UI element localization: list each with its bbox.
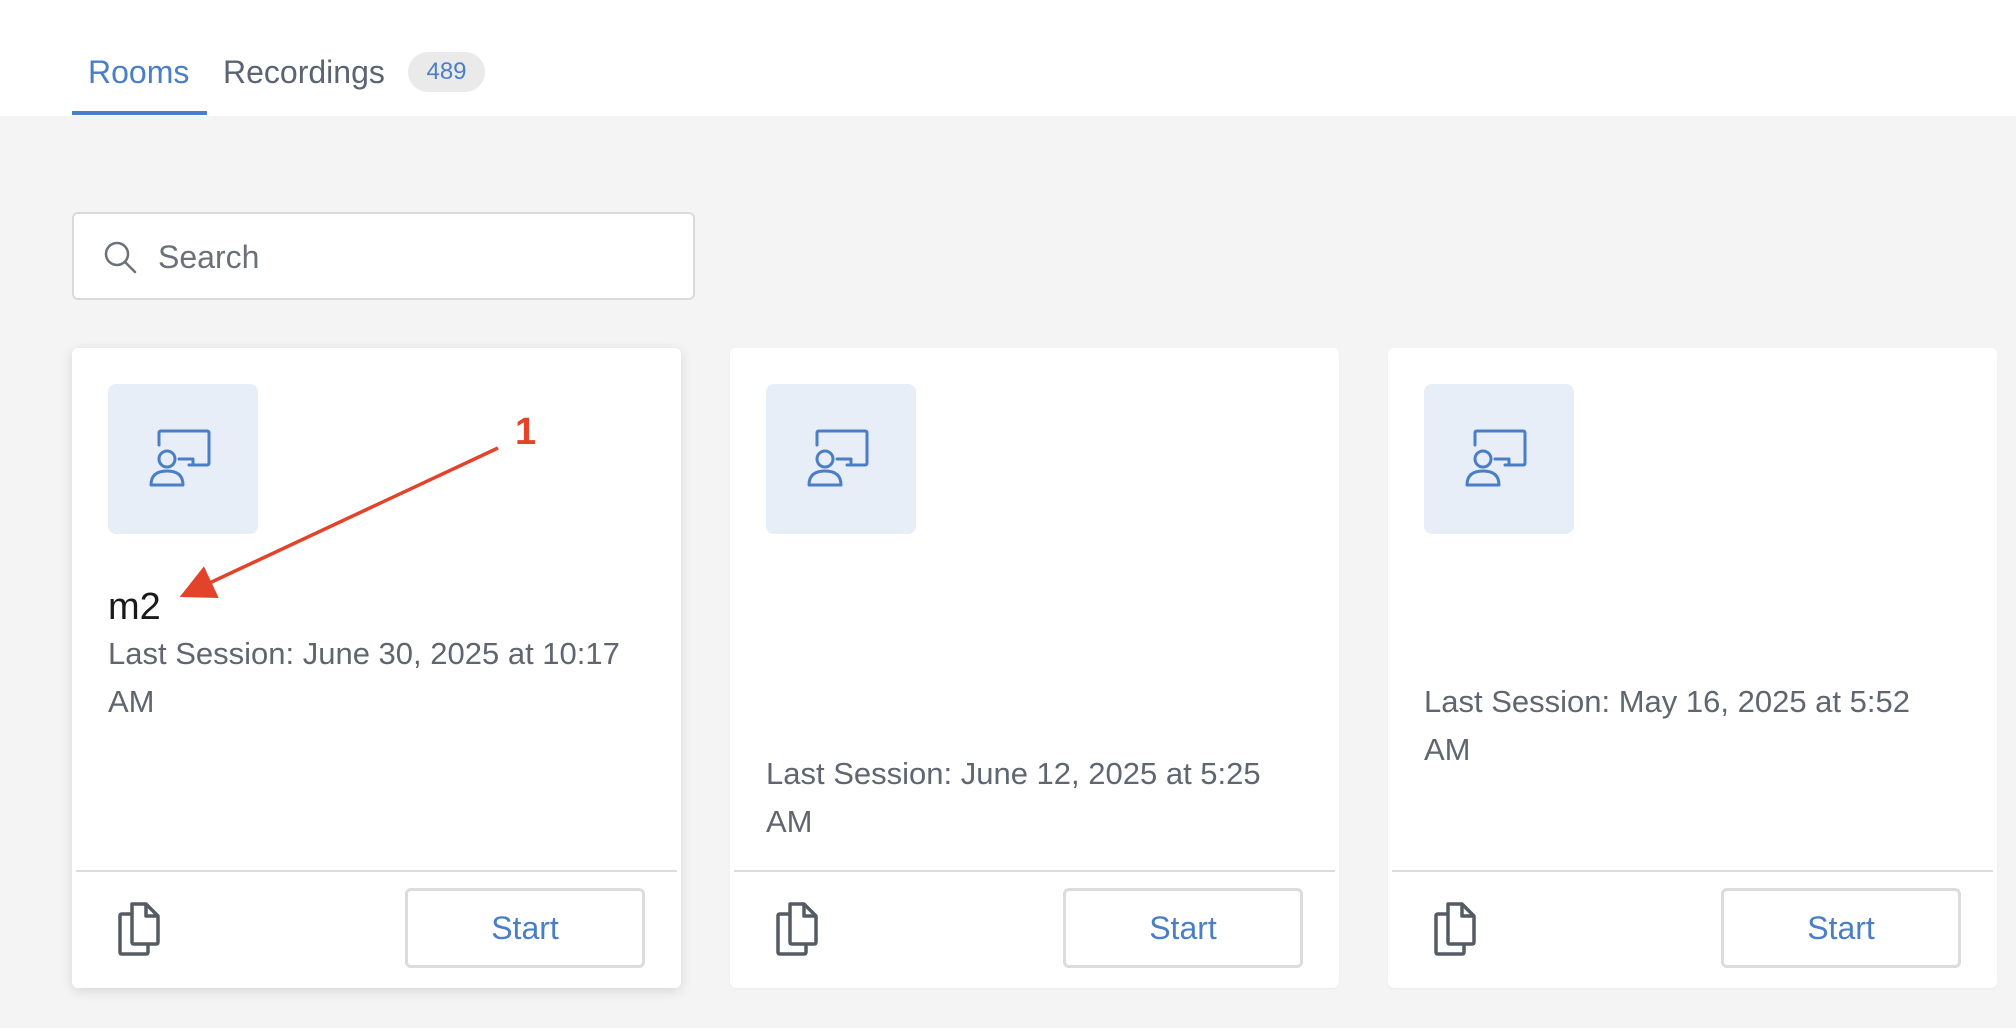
start-button[interactable]: Start xyxy=(1721,888,1961,968)
room-name[interactable]: m2 xyxy=(108,584,161,630)
search-icon xyxy=(104,241,137,274)
start-button[interactable]: Start xyxy=(405,888,645,968)
presentation-room-icon xyxy=(807,429,869,487)
search-box[interactable] xyxy=(72,212,695,300)
start-button[interactable]: Start xyxy=(1063,888,1303,968)
tab-rooms[interactable]: Rooms xyxy=(88,50,189,94)
last-session-text: Last Session: June 12, 2025 at 5:25 AM xyxy=(766,756,1261,839)
card-divider xyxy=(1392,870,1993,872)
search-input[interactable] xyxy=(156,214,680,300)
tab-recordings[interactable]: Recordings xyxy=(223,50,385,94)
presentation-room-icon xyxy=(1465,429,1527,487)
last-session-text: Last Session: May 16, 2025 at 5:52 AM xyxy=(1424,684,1910,767)
last-session-text: Last Session: June 30, 2025 at 10:17 AM xyxy=(108,636,620,719)
presentation-room-icon xyxy=(149,429,211,487)
room-card[interactable]: Last Session: May 16, 2025 at 5:52 AM St… xyxy=(1388,348,1997,988)
room-card[interactable]: m2 Last Session: June 30, 2025 at 10:17 … xyxy=(72,348,681,988)
recordings-count-badge: 489 xyxy=(408,52,485,92)
tab-rooms-active-indicator xyxy=(72,111,207,115)
room-icon-tile xyxy=(1424,384,1574,534)
copy-icon[interactable] xyxy=(770,898,822,958)
card-divider xyxy=(76,870,677,872)
copy-icon[interactable] xyxy=(1428,898,1480,958)
card-divider xyxy=(734,870,1335,872)
copy-icon[interactable] xyxy=(112,898,164,958)
room-card[interactable]: Last Session: June 12, 2025 at 5:25 AM S… xyxy=(730,348,1339,988)
room-icon-tile xyxy=(108,384,258,534)
room-icon-tile xyxy=(766,384,916,534)
top-bar: Rooms Recordings 489 xyxy=(0,0,2016,116)
